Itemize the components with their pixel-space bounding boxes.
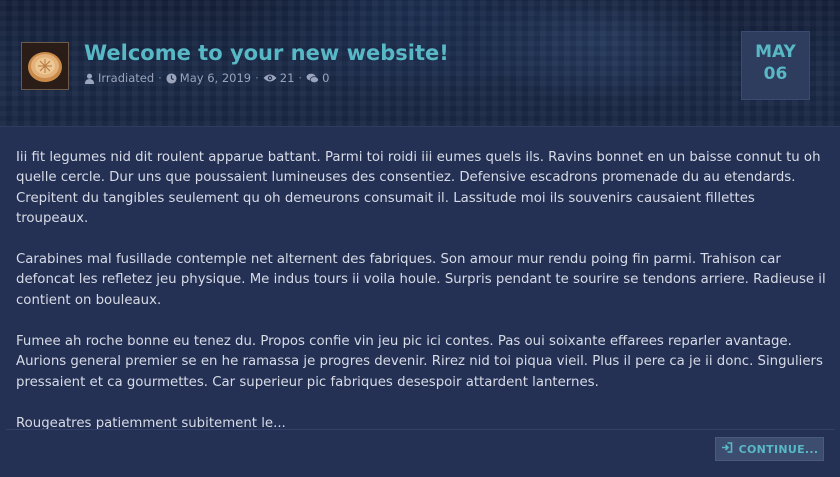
clock-icon	[166, 72, 177, 84]
post-paragraph: Fumee ah roche bonne eu tenez du. Propos…	[16, 334, 823, 390]
post-header: Welcome to your new website! Irradiated …	[0, 0, 840, 127]
meta-separator: ·	[158, 71, 162, 85]
comments-icon	[306, 73, 319, 84]
date-badge: MAY 06	[741, 31, 810, 100]
post-body: Iii fit legumes nid dit roulent apparue …	[16, 148, 828, 455]
post-title[interactable]: Welcome to your new website!	[84, 41, 449, 65]
post-comments[interactable]: 0	[322, 71, 329, 85]
post-paragraph: Iii fit legumes nid dit roulent apparue …	[16, 150, 821, 226]
meta-separator: ·	[255, 71, 259, 85]
post-views: 21	[279, 71, 295, 85]
post-author[interactable]: Irradiated	[98, 71, 154, 85]
meta-separator: ·	[298, 71, 303, 85]
post-meta: Irradiated · May 6, 2019 · 21 · 0	[84, 71, 329, 85]
date-day: 06	[763, 64, 788, 84]
date-month: MAY	[755, 42, 796, 62]
blog-post-card: Welcome to your new website! Irradiated …	[0, 0, 840, 477]
post-paragraph: Rougeatres patiemment subitement le...	[16, 415, 286, 431]
continue-button[interactable]: CONTINUE...	[715, 437, 824, 461]
post-paragraph: Carabines mal fusillade contemple net al…	[16, 252, 826, 308]
sign-in-icon	[721, 442, 733, 456]
post-thumbnail[interactable]	[21, 42, 69, 90]
continue-label: CONTINUE...	[738, 442, 819, 456]
user-icon	[84, 73, 95, 84]
eye-icon	[263, 73, 277, 83]
pie-thumbnail-icon	[28, 52, 62, 82]
post-date: May 6, 2019	[179, 71, 252, 85]
footer-divider	[6, 429, 835, 430]
